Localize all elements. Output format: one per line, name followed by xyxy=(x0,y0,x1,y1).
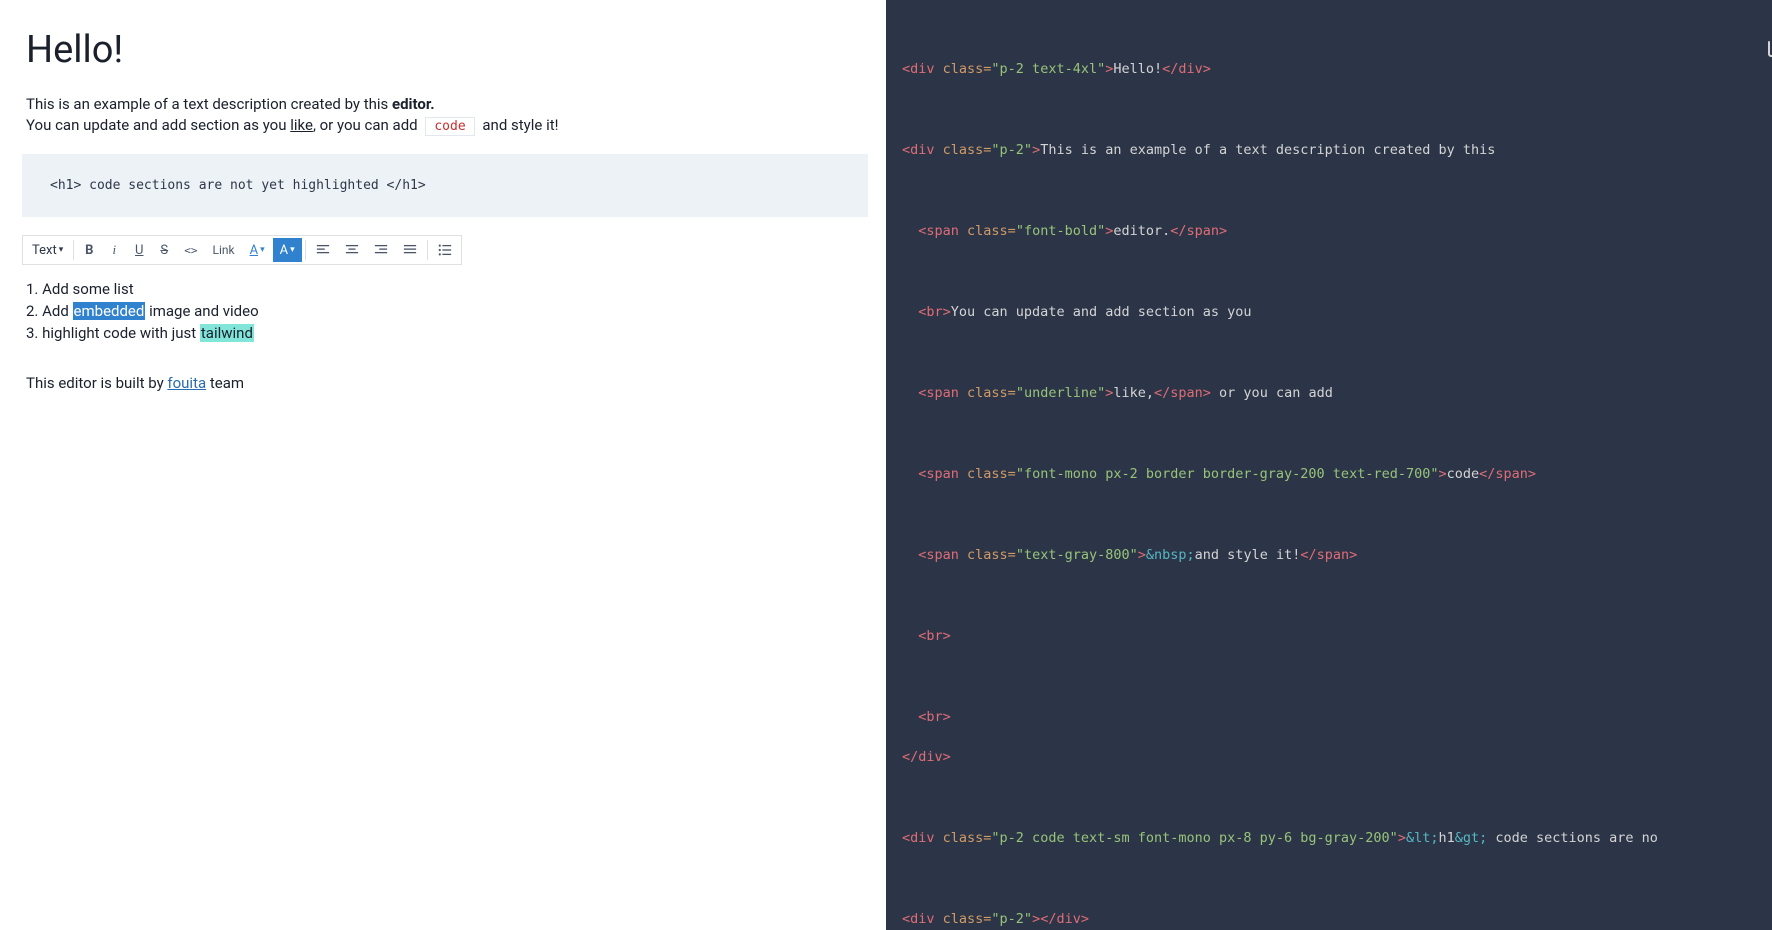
toolbar-separator xyxy=(427,240,428,260)
editor-preview-panel: Hello! This is an example of a text desc… xyxy=(0,0,886,930)
align-justify-button[interactable] xyxy=(396,238,424,262)
inline-code-badge: code xyxy=(425,117,474,136)
editor-toolbar: Text▾ B i U S <> Link A▾ A▾ xyxy=(22,235,462,265)
hello-heading[interactable]: Hello! xyxy=(22,24,868,76)
align-center-button[interactable] xyxy=(338,238,366,262)
code-section-block[interactable]: <h1> code sections are not yet highlight… xyxy=(22,154,868,217)
list-item: 2. Add embedded image and video xyxy=(26,301,864,323)
text-color-button[interactable]: A▾ xyxy=(243,238,272,262)
fouita-link[interactable]: fouita xyxy=(167,374,206,392)
desc-text: You can update and add section as you xyxy=(26,116,290,134)
underline-button[interactable]: U xyxy=(127,238,151,262)
desc-text: , or you can add xyxy=(313,116,421,134)
embedded-highlight: embedded xyxy=(73,302,146,320)
chevron-down-icon: ▾ xyxy=(290,245,295,255)
link-button[interactable]: Link xyxy=(206,238,242,262)
desc-text: This is an example of a text description… xyxy=(26,95,392,113)
bold-button[interactable]: B xyxy=(77,238,101,262)
list-button[interactable] xyxy=(431,238,459,262)
code-button[interactable]: <> xyxy=(177,238,204,262)
toolbar-separator xyxy=(73,240,74,260)
desc-text: and style it! xyxy=(479,116,559,134)
description-block[interactable]: This is an example of a text description… xyxy=(22,94,868,136)
tailwind-highlight: tailwind xyxy=(200,324,254,342)
list-item: 1. Add some list xyxy=(26,279,864,301)
footer-credit: This editor is built by fouita team xyxy=(22,374,868,392)
desc-like-underline: like xyxy=(290,116,313,134)
strike-button[interactable]: S xyxy=(152,238,176,262)
copy-icon[interactable] xyxy=(1732,14,1756,38)
code-source-panel[interactable]: <div class="p-2 text-4xl">Hello!</div> <… xyxy=(886,0,1772,930)
align-right-button[interactable] xyxy=(367,238,395,262)
chevron-down-icon: ▾ xyxy=(59,245,64,255)
chevron-down-icon: ▾ xyxy=(260,245,265,255)
toolbar-text-dropdown[interactable]: Text▾ xyxy=(25,238,70,262)
desc-editor-bold: editor. xyxy=(392,95,435,113)
list-item: 3. highlight code with just tailwind xyxy=(26,323,864,345)
italic-button[interactable]: i xyxy=(102,238,126,262)
align-left-button[interactable] xyxy=(309,238,337,262)
roadmap-list[interactable]: 1. Add some list 2. Add embedded image a… xyxy=(22,279,868,344)
toolbar-separator xyxy=(305,240,306,260)
bg-color-button[interactable]: A▾ xyxy=(273,238,302,262)
